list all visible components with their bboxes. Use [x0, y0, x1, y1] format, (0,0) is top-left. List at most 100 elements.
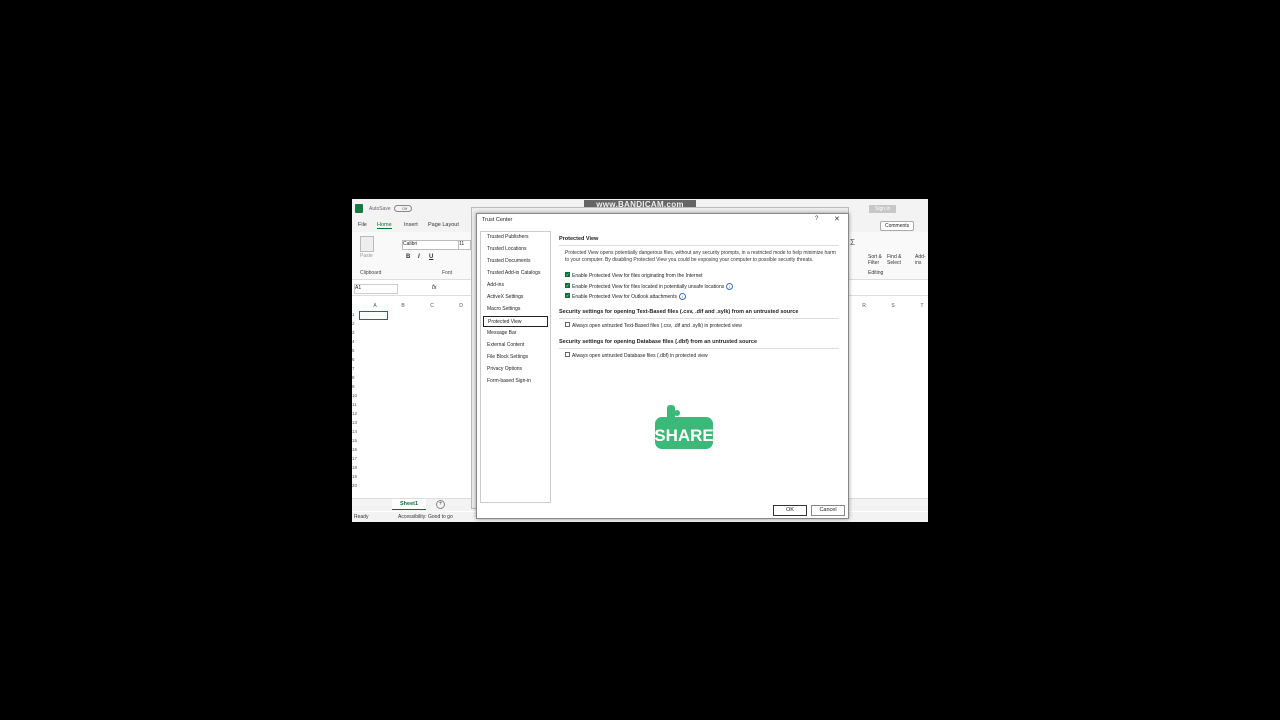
font-name-value: Calibri	[403, 241, 418, 247]
editing-group-label: Editing	[868, 270, 884, 276]
italic-button[interactable]: I	[418, 254, 420, 260]
name-box[interactable]: A1	[354, 284, 398, 294]
column-header-a[interactable]: A	[370, 303, 380, 311]
help-icon[interactable]: ?	[815, 216, 818, 222]
dialog-title: Trust Center	[482, 217, 513, 223]
paste-label: Paste	[360, 253, 373, 259]
comments-button[interactable]: Comments	[880, 221, 915, 231]
checkbox-unsafe-locations[interactable]: ✓ Enable Protected View for files located…	[565, 283, 734, 290]
checkbox-database-files[interactable]: Always open untrusted Database files (.d…	[565, 352, 708, 359]
checkbox-outlook-attachments[interactable]: ✓ Enable Protected View for Outlook attac…	[565, 293, 686, 300]
nav-macro-settings[interactable]: Macro Settings	[483, 304, 548, 315]
info-icon[interactable]: i	[726, 283, 734, 290]
row-header[interactable]: 14	[352, 429, 358, 434]
row-header[interactable]: 6	[352, 357, 358, 362]
row-header[interactable]: 20	[352, 483, 358, 488]
excel-window: AutoSave Off Sign in File Home Insert Pa…	[352, 199, 928, 522]
fx-icon[interactable]: fx	[432, 285, 437, 291]
status-accessibility[interactable]: Accessibility: Good to go	[398, 514, 453, 520]
column-header-r[interactable]: R	[859, 303, 869, 311]
divider	[559, 245, 839, 246]
sum-icon[interactable]: Σ	[850, 238, 855, 247]
checkbox-label: Always open untrusted Database files (.d…	[572, 353, 708, 359]
row-header[interactable]: 13	[352, 420, 358, 425]
ok-button[interactable]: OK	[773, 505, 807, 516]
tab-insert[interactable]: Insert	[404, 222, 418, 228]
nav-message-bar[interactable]: Message Bar	[483, 328, 548, 339]
addins-label[interactable]: Add-ins	[915, 254, 926, 266]
row-header[interactable]: 3	[352, 330, 358, 335]
column-header-s[interactable]: S	[888, 303, 898, 311]
nav-trusted-documents[interactable]: Trusted Documents	[483, 256, 548, 267]
nav-privacy-options[interactable]: Privacy Options	[483, 364, 548, 375]
share-sticker-icon: SHARE	[654, 405, 714, 449]
section-text-files-title: Security settings for opening Text-Based…	[559, 309, 799, 315]
row-header[interactable]: 4	[352, 339, 358, 344]
row-header[interactable]: 18	[352, 465, 358, 470]
nav-addins[interactable]: Add-ins	[483, 280, 548, 291]
row-header[interactable]: 15	[352, 438, 358, 443]
share-text: SHARE	[654, 426, 714, 445]
row-header[interactable]: 17	[352, 456, 358, 461]
autosave-toggle[interactable]: Off	[394, 205, 412, 212]
checkbox-checked-icon[interactable]: ✓	[565, 272, 570, 278]
name-box-value: A1	[355, 285, 362, 291]
column-header-t[interactable]: T	[917, 303, 927, 311]
row-header[interactable]: 2	[352, 321, 358, 326]
bold-button[interactable]: B	[406, 254, 410, 260]
autosave-toggle-state: Off	[402, 206, 408, 211]
tab-home[interactable]: Home	[377, 222, 392, 229]
tab-page-layout[interactable]: Page Layout	[428, 222, 459, 228]
checkbox-label: Enable Protected View for Outlook attach…	[572, 293, 677, 300]
nav-external-content[interactable]: External Content	[483, 340, 548, 351]
sign-in-button[interactable]: Sign in	[869, 205, 897, 213]
underline-button[interactable]: U	[429, 254, 433, 260]
row-header[interactable]: 12	[352, 411, 358, 416]
checkbox-checked-icon[interactable]: ✓	[565, 293, 570, 298]
checkbox-unchecked-icon[interactable]	[565, 352, 570, 358]
add-sheet-icon[interactable]: +	[436, 500, 445, 509]
row-header[interactable]: 11	[352, 402, 358, 407]
column-header-d[interactable]: D	[456, 303, 466, 311]
checkbox-checked-icon[interactable]: ✓	[565, 283, 570, 288]
row-header[interactable]: 10	[352, 393, 358, 398]
info-icon[interactable]: i	[678, 293, 686, 300]
font-group-label: Font	[442, 270, 453, 276]
status-ready: Ready	[354, 514, 369, 520]
row-header[interactable]: 1	[352, 312, 358, 317]
cancel-button[interactable]: Cancel	[811, 505, 845, 516]
row-header[interactable]: 5	[352, 348, 358, 353]
find-select-label-2[interactable]: Select	[887, 260, 917, 266]
section-database-files-title: Security settings for opening Database f…	[559, 339, 758, 345]
checkbox-unchecked-icon[interactable]	[565, 322, 570, 328]
row-header[interactable]: 16	[352, 447, 358, 452]
section-protected-view-title: Protected View	[559, 236, 599, 242]
font-name-box[interactable]: Calibri	[402, 240, 459, 250]
row-header[interactable]: 8	[352, 375, 358, 380]
column-header-c[interactable]: C	[427, 303, 437, 311]
paste-icon[interactable]	[360, 236, 374, 252]
nav-trusted-addin-catalogs[interactable]: Trusted Add-in Catalogs	[483, 268, 548, 279]
row-header[interactable]: 7	[352, 366, 358, 371]
checkbox-label: Enable Protected View for files originat…	[572, 273, 703, 279]
checkbox-internet-files[interactable]: ✓ Enable Protected View for files origina…	[565, 272, 703, 279]
row-header[interactable]: 19	[352, 474, 358, 479]
checkbox-text-based-files[interactable]: Always open untrusted Text-Based files (…	[565, 322, 742, 329]
row-header[interactable]: 9	[352, 384, 358, 389]
close-icon[interactable]: ✕	[834, 215, 840, 223]
protected-view-description: Protected View opens potentially dangero…	[565, 250, 836, 263]
selected-cell-a1[interactable]	[359, 311, 388, 320]
nav-trusted-publishers[interactable]: Trusted Publishers	[483, 232, 548, 243]
nav-form-based-sign-in[interactable]: Form-based Sign-in	[483, 376, 548, 387]
font-size-box[interactable]: 11	[458, 240, 471, 250]
column-header-b[interactable]: B	[398, 303, 408, 311]
tab-file[interactable]: File	[358, 222, 367, 228]
nav-file-block-settings[interactable]: File Block Settings	[483, 352, 548, 363]
nav-activex-settings[interactable]: ActiveX Settings	[483, 292, 548, 303]
excel-logo-icon	[355, 204, 363, 213]
nav-protected-view[interactable]: Protected View	[483, 316, 548, 327]
trust-center-dialog: Trust Center ? ✕ Trusted Publishers Trus…	[476, 213, 849, 519]
sheet-tab-sheet1[interactable]: Sheet1	[392, 499, 427, 510]
trust-center-nav: Trusted Publishers Trusted Locations Tru…	[480, 231, 551, 503]
nav-trusted-locations[interactable]: Trusted Locations	[483, 244, 548, 255]
